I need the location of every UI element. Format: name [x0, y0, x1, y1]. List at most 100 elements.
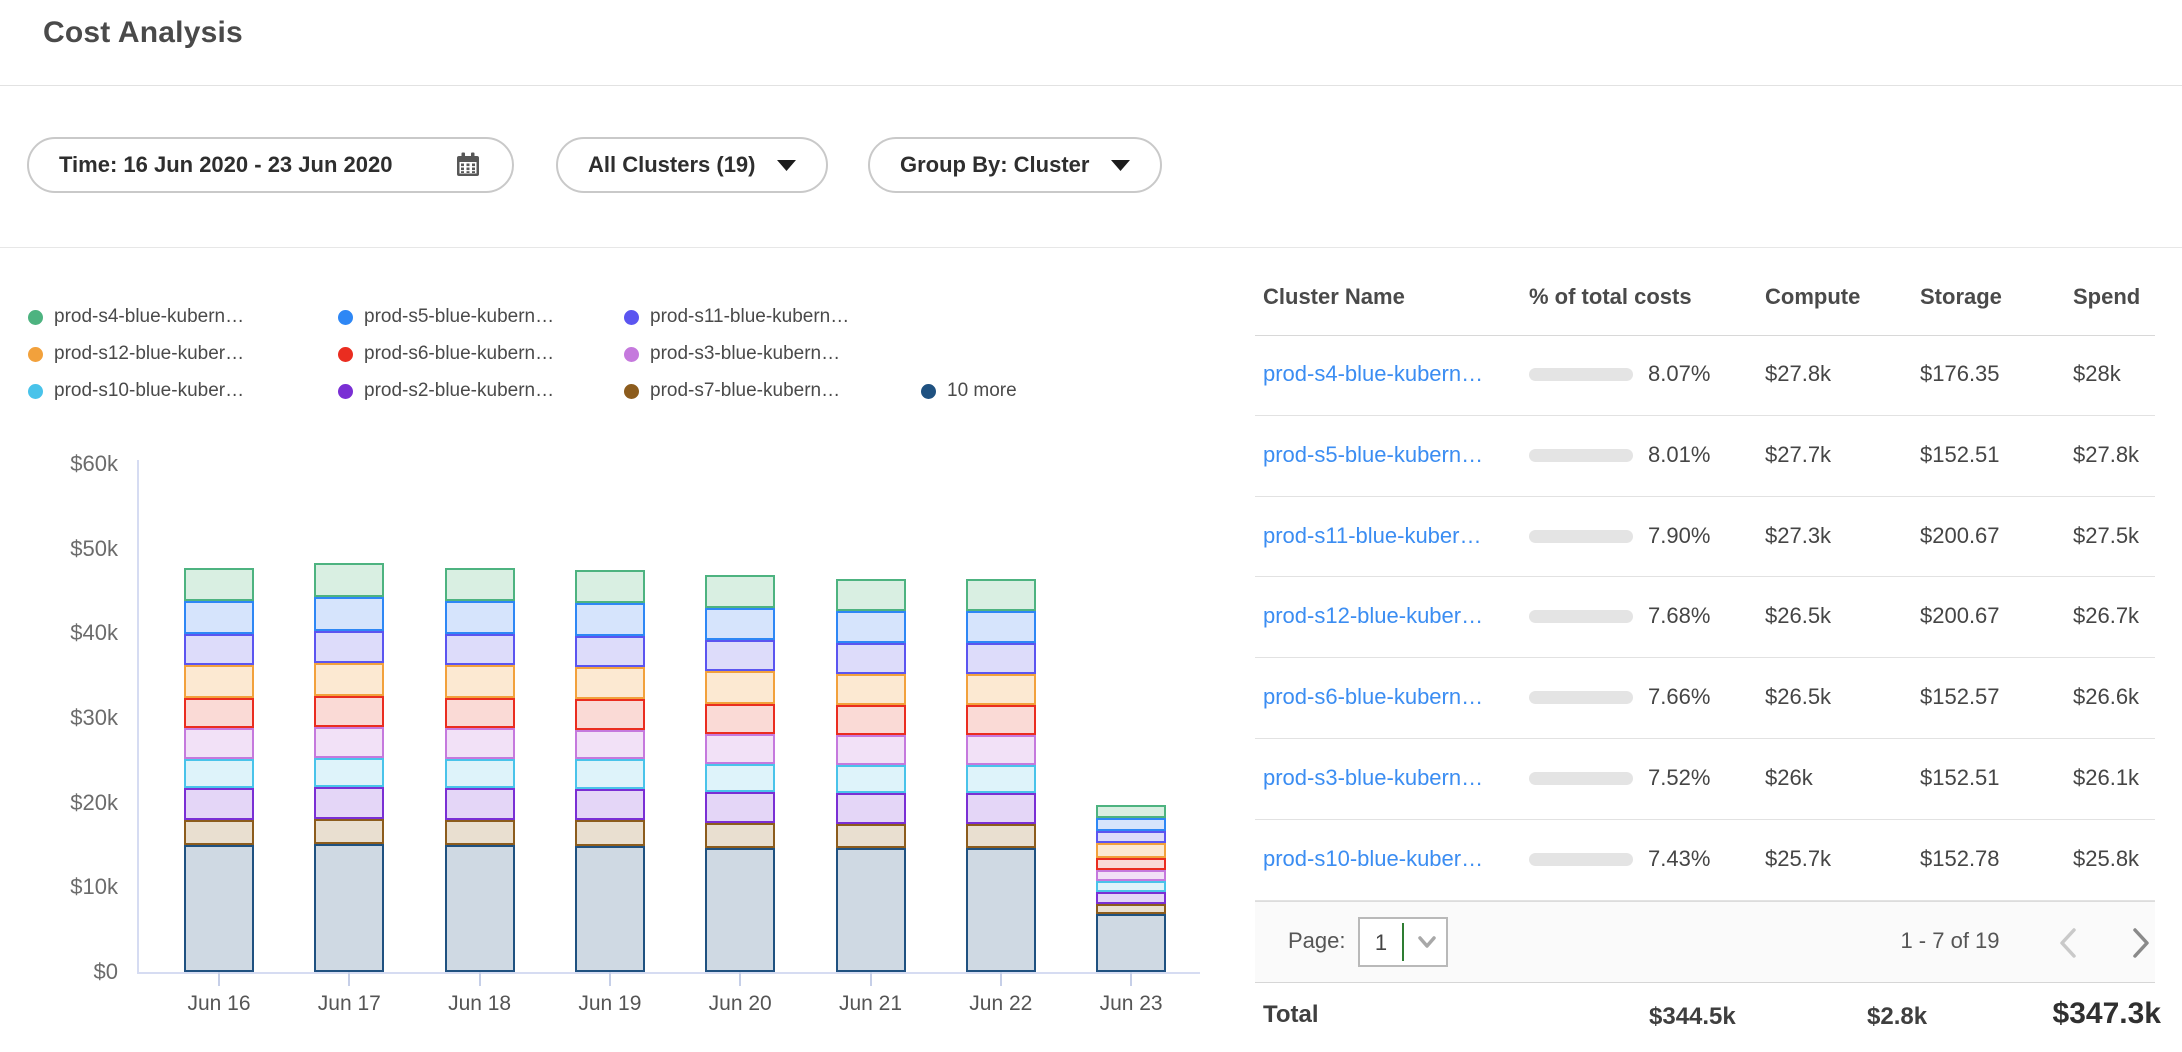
x-axis-tick: [1130, 972, 1132, 986]
bar-segment[interactable]: [705, 792, 775, 822]
bar-segment[interactable]: [836, 579, 906, 611]
bar-segment[interactable]: [184, 568, 254, 601]
bar-segment[interactable]: [836, 765, 906, 794]
bar-segment[interactable]: [445, 665, 515, 697]
bar-segment[interactable]: [836, 735, 906, 765]
bar-segment[interactable]: [575, 603, 645, 636]
bar-segment[interactable]: [1096, 843, 1166, 857]
bar-segment[interactable]: [836, 848, 906, 972]
y-axis-label: $0: [0, 959, 118, 985]
bar-segment[interactable]: [705, 823, 775, 848]
bar-segment[interactable]: [445, 698, 515, 728]
bar-segment[interactable]: [705, 640, 775, 671]
cluster-name-link[interactable]: prod-s11-blue-kuber…: [1263, 523, 1481, 549]
cluster-name-link[interactable]: prod-s4-blue-kubern…: [1263, 361, 1483, 387]
bar-segment[interactable]: [445, 601, 515, 634]
bar-segment[interactable]: [575, 730, 645, 760]
column-header--of-total-costs: % of total costs: [1529, 284, 1692, 310]
table-row: prod-s4-blue-kubern…8.07%$27.8k$176.35$2…: [1255, 335, 2155, 416]
bar-segment[interactable]: [184, 698, 254, 728]
bar-segment[interactable]: [1096, 870, 1166, 882]
bar-segment[interactable]: [314, 819, 384, 844]
bar-segment[interactable]: [705, 575, 775, 608]
bar-segment[interactable]: [184, 820, 254, 845]
bar-segment[interactable]: [705, 704, 775, 734]
bar-segment[interactable]: [575, 759, 645, 789]
bar-segment[interactable]: [1096, 858, 1166, 870]
bar-segment[interactable]: [966, 611, 1036, 643]
bar-segment[interactable]: [966, 643, 1036, 673]
bar-segment[interactable]: [836, 611, 906, 643]
bar-segment[interactable]: [1096, 904, 1166, 914]
bar-segment[interactable]: [966, 848, 1036, 972]
y-axis-label: $10k: [0, 874, 118, 900]
bar-segment[interactable]: [836, 705, 906, 735]
bar-segment[interactable]: [575, 846, 645, 972]
bar-segment[interactable]: [836, 643, 906, 673]
bar-segment[interactable]: [445, 728, 515, 758]
bar-segment[interactable]: [184, 759, 254, 789]
bar-segment[interactable]: [184, 728, 254, 758]
cluster-name-link[interactable]: prod-s12-blue-kuber…: [1263, 603, 1483, 629]
bar-segment[interactable]: [314, 696, 384, 727]
bar-segment[interactable]: [1096, 881, 1166, 892]
bar-segment[interactable]: [184, 601, 254, 634]
bar-segment[interactable]: [966, 824, 1036, 849]
bar-segment[interactable]: [445, 820, 515, 845]
bar-segment[interactable]: [445, 634, 515, 665]
bar-segment[interactable]: [575, 789, 645, 820]
bar-segment[interactable]: [966, 674, 1036, 705]
bar-segment[interactable]: [1096, 831, 1166, 843]
bar-segment[interactable]: [445, 568, 515, 601]
bar-segment[interactable]: [184, 665, 254, 697]
bar-segment[interactable]: [705, 848, 775, 972]
bar-segment[interactable]: [314, 597, 384, 631]
total-label: Total: [1263, 1001, 1319, 1029]
bar-segment[interactable]: [445, 759, 515, 789]
bar-segment[interactable]: [445, 845, 515, 972]
bar-segment[interactable]: [966, 705, 1036, 735]
bar-segment[interactable]: [966, 765, 1036, 794]
storage-value: $152.57: [1920, 684, 2000, 710]
bar-segment[interactable]: [575, 636, 645, 667]
bar-segment[interactable]: [575, 699, 645, 729]
bar-segment[interactable]: [966, 579, 1036, 611]
bar-segment[interactable]: [966, 793, 1036, 823]
bar-segment[interactable]: [575, 570, 645, 603]
bar-segment[interactable]: [1096, 914, 1166, 972]
bar-segment[interactable]: [1096, 818, 1166, 832]
bar-segment[interactable]: [705, 764, 775, 793]
bar-segment[interactable]: [314, 758, 384, 788]
cluster-name-link[interactable]: prod-s5-blue-kubern…: [1263, 442, 1483, 468]
percent-progress-bar: [1529, 772, 1633, 785]
bar-segment[interactable]: [836, 824, 906, 849]
bar-segment[interactable]: [705, 671, 775, 703]
bar-segment[interactable]: [575, 820, 645, 845]
bar-segment[interactable]: [1096, 892, 1166, 904]
bar-segment[interactable]: [314, 727, 384, 757]
bar-segment[interactable]: [705, 608, 775, 640]
bar-segment[interactable]: [705, 734, 775, 764]
bar-segment[interactable]: [575, 667, 645, 699]
cluster-name-link[interactable]: prod-s10-blue-kuber…: [1263, 846, 1483, 872]
bar-segment[interactable]: [314, 844, 384, 972]
previous-page-button[interactable]: [2055, 926, 2081, 960]
bar-segment[interactable]: [445, 788, 515, 819]
bar-segment[interactable]: [314, 631, 384, 663]
bar-segment[interactable]: [184, 845, 254, 972]
bar-segment[interactable]: [314, 787, 384, 818]
cluster-name-link[interactable]: prod-s3-blue-kubern…: [1263, 765, 1483, 791]
bar-segment[interactable]: [836, 674, 906, 705]
bar-segment[interactable]: [184, 788, 254, 819]
page-select[interactable]: 1: [1358, 917, 1448, 967]
bar-segment[interactable]: [966, 735, 1036, 765]
next-page-button[interactable]: [2128, 926, 2154, 960]
cluster-name-link[interactable]: prod-s6-blue-kubern…: [1263, 684, 1483, 710]
bar-segment[interactable]: [836, 793, 906, 823]
x-axis-tick: [739, 972, 741, 986]
bar-segment[interactable]: [314, 563, 384, 597]
bar-segment[interactable]: [184, 634, 254, 665]
x-axis-label: Jun 19: [545, 992, 675, 1016]
bar-segment[interactable]: [314, 663, 384, 696]
bar-segment[interactable]: [1096, 805, 1166, 818]
